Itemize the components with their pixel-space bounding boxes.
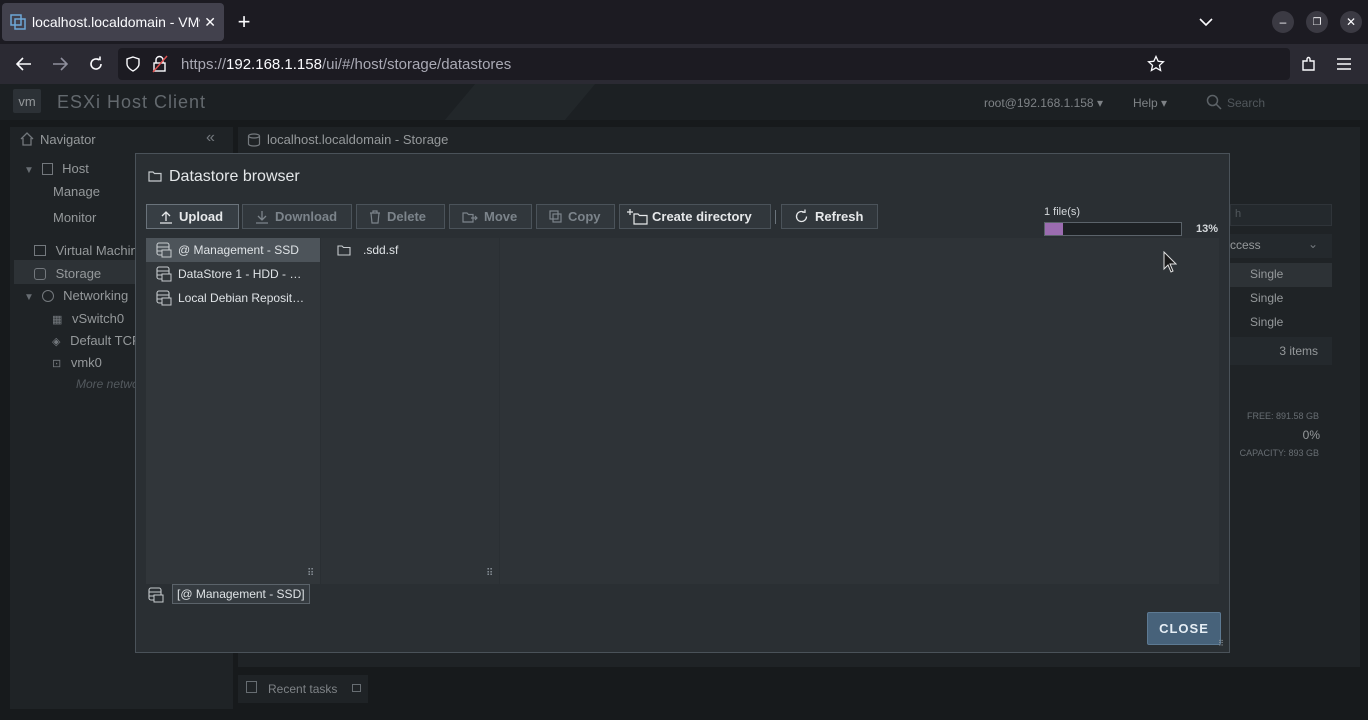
upload-progress-percent: 13% — [1196, 223, 1219, 235]
pane-resize-grip-icon[interactable]: ⠿ — [486, 568, 493, 579]
create-folder-icon — [627, 208, 648, 225]
datastore-icon — [156, 266, 172, 282]
browser-nav-bar: https://192.168.1.158/ui/#/host/storage/… — [0, 44, 1368, 84]
browser-tab[interactable]: localhost.localdomain - VMware ESXi ✕ — [2, 3, 224, 41]
close-tab-icon[interactable]: ✕ — [204, 14, 216, 31]
reload-icon[interactable] — [84, 52, 108, 76]
datastore-browser-dialog: Datastore browser Upload Download Delete… — [135, 153, 1230, 653]
browser-tab-bar: localhost.localdomain - VMware ESXi ✕ + … — [0, 0, 1368, 44]
close-button[interactable]: CLOSE — [1147, 612, 1221, 645]
vmware-favicon-icon — [10, 14, 26, 30]
delete-label: Delete — [387, 209, 427, 224]
url-scheme: https:// — [181, 56, 227, 73]
folder-name: .sdd.sf — [363, 243, 399, 257]
upload-progress-bar — [1044, 222, 1182, 236]
move-label: Move — [484, 209, 518, 224]
url-host: 192.168.1.158 — [226, 56, 322, 73]
datastore-name: DataStore 1 - HDD - 1TB — [178, 267, 308, 281]
copy-label: Copy — [568, 209, 601, 224]
minimize-window-button[interactable]: – — [1272, 11, 1294, 33]
create-directory-label: Create directory — [652, 209, 752, 224]
hamburger-menu-icon[interactable] — [1332, 52, 1356, 76]
upload-icon — [160, 210, 172, 224]
datastore-name: Local Debian Repository — [178, 291, 308, 305]
move-button[interactable]: Move — [449, 204, 532, 229]
toolbar-divider — [775, 210, 776, 224]
mouse-cursor-icon — [1163, 251, 1177, 273]
download-button[interactable]: Download — [242, 204, 352, 229]
dialog-resize-grip-icon[interactable]: ⠿ — [1218, 639, 1224, 648]
copy-button[interactable]: Copy — [536, 204, 615, 229]
download-label: Download — [275, 209, 338, 224]
bookmark-star-icon[interactable] — [1144, 52, 1168, 76]
folder-browser-icon — [148, 170, 162, 182]
forward-arrow-icon[interactable] — [48, 52, 72, 76]
folder-list-pane: .sdd.sf ⠿ — [321, 238, 499, 584]
upload-file-count: 1 file(s) — [1044, 206, 1081, 218]
insecure-lock-icon[interactable] — [152, 55, 168, 73]
datastore-item[interactable]: Local Debian Repository — [146, 286, 320, 310]
url-bar[interactable]: https://192.168.1.158/ui/#/host/storage/… — [118, 48, 1290, 80]
download-icon — [256, 210, 268, 224]
new-tab-button[interactable]: + — [232, 9, 256, 34]
close-window-button[interactable]: ✕ — [1340, 11, 1362, 33]
back-arrow-icon[interactable] — [12, 52, 36, 76]
pane-resize-grip-icon[interactable]: ⠿ — [307, 568, 314, 579]
dialog-title: Datastore browser — [169, 168, 300, 185]
refresh-icon — [795, 209, 808, 223]
refresh-button[interactable]: Refresh — [781, 204, 878, 229]
create-directory-button[interactable]: Create directory — [619, 204, 771, 229]
file-detail-pane — [500, 238, 1219, 584]
datastore-icon — [156, 242, 172, 258]
extensions-puzzle-icon[interactable] — [1297, 52, 1321, 76]
folder-item[interactable]: .sdd.sf — [321, 238, 398, 262]
move-icon — [462, 211, 478, 223]
upload-progress-fill — [1045, 223, 1063, 235]
restore-window-button[interactable]: ❐ — [1306, 11, 1328, 33]
datastore-icon — [156, 290, 172, 306]
browser-tab-title: localhost.localdomain - VMware ESXi — [32, 14, 200, 30]
upload-label: Upload — [179, 209, 224, 224]
datastore-name: @ Management - SSD — [178, 243, 299, 257]
datastore-item[interactable]: DataStore 1 - HDD - 1TB — [146, 262, 320, 286]
refresh-label: Refresh — [815, 209, 864, 224]
list-all-tabs-icon[interactable] — [1194, 10, 1218, 34]
current-path[interactable]: [@ Management - SSD] — [172, 584, 310, 604]
shield-icon[interactable] — [126, 56, 140, 72]
folder-icon — [337, 245, 351, 256]
delete-button[interactable]: Delete — [356, 204, 445, 229]
path-datastore-icon — [148, 587, 164, 603]
datastore-item[interactable]: @ Management - SSD — [146, 238, 320, 262]
url-path: /ui/#/host/storage/datastores — [321, 56, 512, 73]
datastore-list-pane: @ Management - SSD DataStore 1 - HDD - 1… — [146, 238, 320, 584]
url-text: https://192.168.1.158/ui/#/host/storage/… — [181, 56, 511, 73]
copy-icon — [549, 210, 562, 223]
trash-icon — [370, 209, 380, 224]
upload-button[interactable]: Upload — [146, 204, 239, 229]
